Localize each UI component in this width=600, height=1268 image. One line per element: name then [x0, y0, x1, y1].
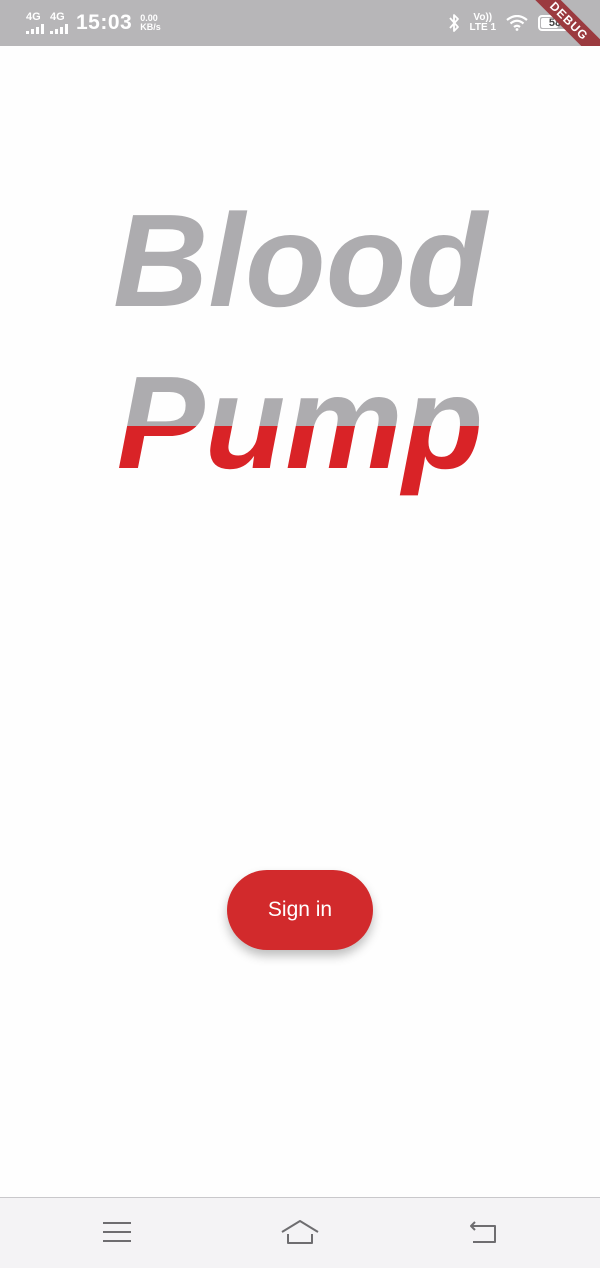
- status-bar-left: 4G 4G 15:03 0.00 KB/s: [26, 0, 161, 46]
- volte-indicator: Vo)) LTE 1: [470, 13, 496, 33]
- menu-button[interactable]: [97, 1214, 137, 1250]
- bluetooth-icon: [448, 14, 459, 32]
- network-speed: 0.00 KB/s: [140, 14, 161, 32]
- signal-2-label: 4G: [50, 11, 65, 23]
- signal-2: 4G: [50, 12, 68, 34]
- nav-bar: [0, 1197, 600, 1268]
- app-title-line-1: Blood: [113, 187, 487, 334]
- back-icon: [470, 1221, 496, 1243]
- back-button[interactable]: [463, 1214, 503, 1250]
- signal-2-bars-icon: [50, 24, 68, 34]
- app-title-line-2: Pump: [0, 342, 600, 504]
- wifi-icon: [506, 15, 528, 31]
- status-bar: 4G 4G 15:03 0.00 KB/s Vo)) LTE 1 58 DEBU…: [0, 0, 600, 46]
- signal-1: 4G: [26, 12, 44, 34]
- network-speed-unit: KB/s: [140, 22, 161, 32]
- home-icon: [281, 1220, 319, 1244]
- volte-bottom-label: LTE 1: [469, 22, 496, 33]
- app-title: Blood Pump: [0, 180, 600, 504]
- menu-icon: [103, 1222, 131, 1242]
- signal-1-bars-icon: [26, 24, 44, 34]
- sign-in-button[interactable]: Sign in: [227, 870, 373, 950]
- signal-1-label: 4G: [26, 11, 41, 23]
- home-button[interactable]: [280, 1214, 320, 1250]
- clock: 15:03: [76, 11, 133, 34]
